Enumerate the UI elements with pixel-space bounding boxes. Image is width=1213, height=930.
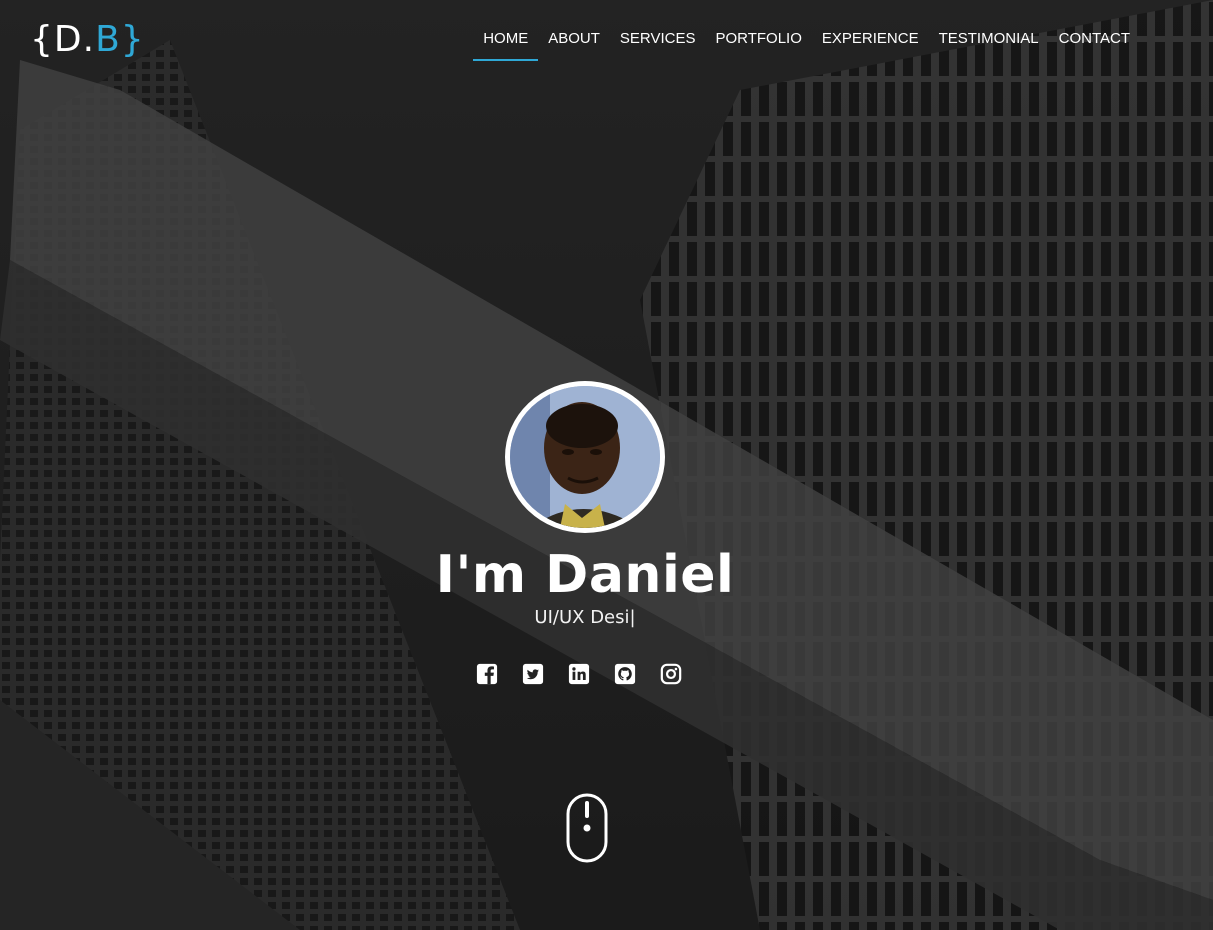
nav-contact[interactable]: CONTACT — [1049, 24, 1140, 61]
mouse-scroll-icon[interactable] — [566, 793, 608, 863]
instagram-icon[interactable] — [660, 663, 682, 685]
nav-experience[interactable]: EXPERIENCE — [812, 24, 929, 61]
profile-photo — [510, 386, 660, 528]
logo-accent-text: B} — [95, 19, 145, 60]
nav-services[interactable]: SERVICES — [610, 24, 706, 61]
nav-testimonial[interactable]: TESTIMONIAL — [929, 24, 1049, 61]
nav-home[interactable]: HOME — [473, 24, 539, 61]
hero-role: UI/UX Desi| — [534, 607, 636, 628]
twitter-icon[interactable] — [522, 663, 544, 685]
github-icon[interactable] — [614, 663, 636, 685]
nav-portfolio[interactable]: PORTFOLIO — [705, 24, 811, 61]
hero-section: {D.B} HOME ABOUT SERVICES PORTFOLIO EXPE… — [0, 0, 1213, 930]
nav-about[interactable]: ABOUT — [538, 24, 610, 61]
social-links — [476, 663, 682, 685]
facebook-icon[interactable] — [476, 663, 498, 685]
profile-avatar — [505, 381, 665, 533]
linkedin-icon[interactable] — [568, 663, 590, 685]
hero-name: I'm Daniel — [435, 545, 735, 605]
logo-text: {D. — [30, 19, 96, 60]
main-nav: HOME ABOUT SERVICES PORTFOLIO EXPERIENCE… — [473, 24, 1140, 61]
site-logo[interactable]: {D.B} — [30, 18, 145, 62]
